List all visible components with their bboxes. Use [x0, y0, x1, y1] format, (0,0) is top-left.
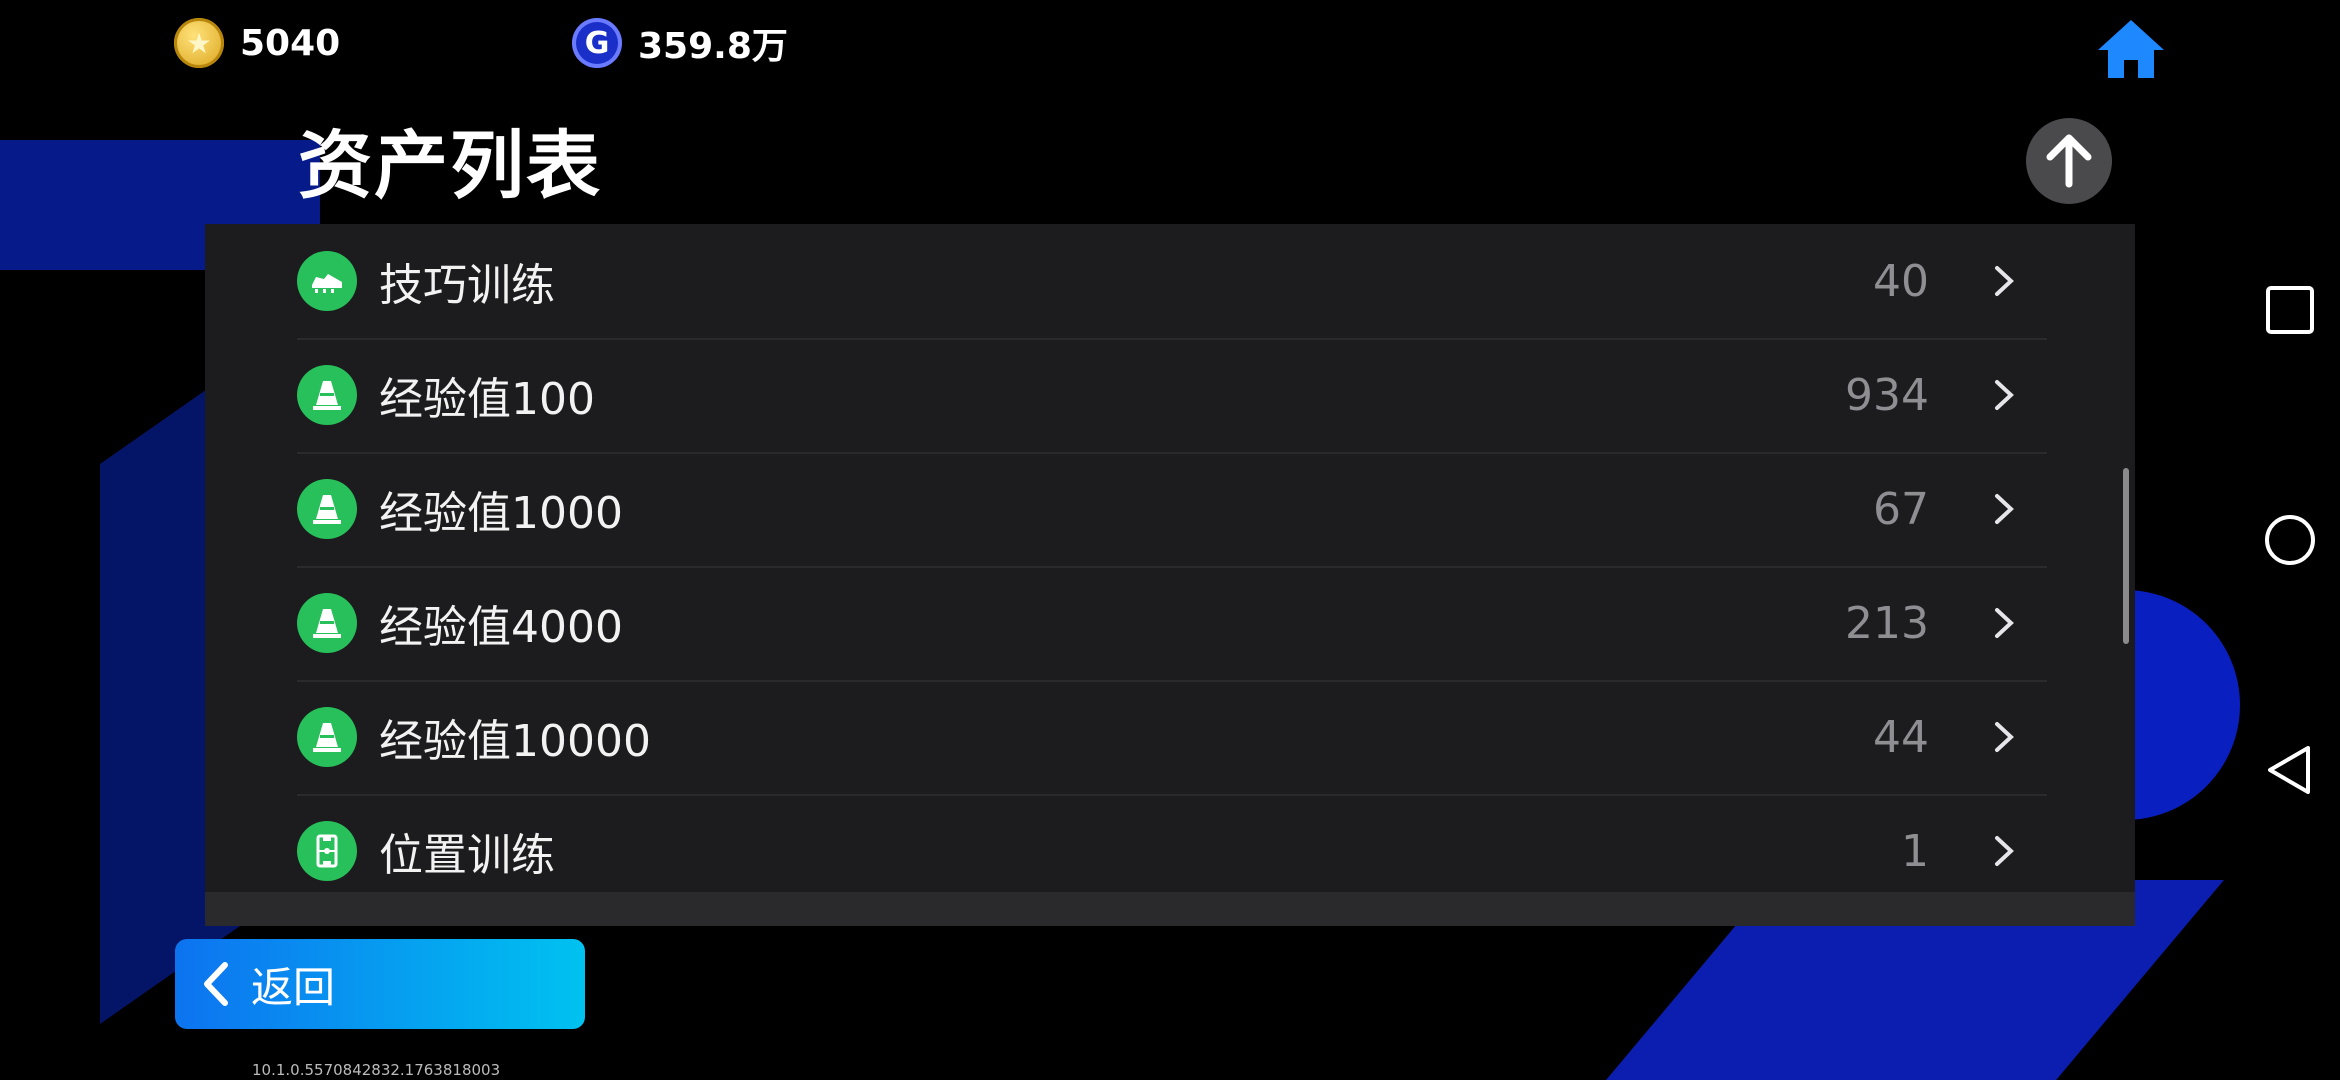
g-gem-icon: G [572, 18, 622, 68]
scroll-top-button[interactable] [2026, 118, 2112, 204]
chevron-right-icon [1995, 836, 2014, 866]
asset-row-position-training[interactable]: 位置训练 1 [297, 794, 2047, 908]
chevron-right-icon [1995, 494, 2014, 524]
chevron-right-icon [1995, 266, 2014, 296]
asset-label: 经验值100 [379, 374, 595, 425]
asset-label: 经验值4000 [379, 602, 623, 653]
scrollbar[interactable] [2123, 468, 2129, 644]
boot-icon [297, 251, 357, 311]
arrow-up-icon [2046, 134, 2092, 188]
asset-count: 67 [1873, 483, 1929, 535]
asset-count: 40 [1873, 255, 1929, 307]
recent-apps-icon[interactable] [2262, 282, 2318, 338]
asset-list[interactable]: 技巧训练 40 经验值100 934 经验值1000 67 经验值4000 21… [205, 224, 2135, 926]
asset-row-exp-10000[interactable]: 经验值10000 44 [297, 680, 2047, 796]
gem-balance: G 359.8万 [572, 18, 788, 68]
cone-icon [297, 707, 357, 767]
page-title: 资产列表 [298, 123, 602, 209]
chevron-right-icon [1995, 380, 2014, 410]
asset-count: 1 [1901, 825, 1929, 877]
asset-label: 经验值1000 [379, 488, 623, 539]
back-button[interactable]: 返回 [175, 939, 585, 1029]
list-footer [205, 892, 2135, 926]
coin-star-icon: ★ [174, 18, 224, 68]
asset-count: 44 [1873, 711, 1929, 763]
top-bar: ★ 5040 G 359.8万 [0, 0, 2340, 90]
chevron-left-icon [204, 962, 228, 1006]
chevron-right-icon [1995, 608, 2014, 638]
chevron-right-icon [1995, 722, 2014, 752]
coin-value: 5040 [240, 22, 341, 64]
asset-row-exp-100[interactable]: 经验值100 934 [297, 338, 2047, 454]
asset-row-exp-1000[interactable]: 经验值1000 67 [297, 452, 2047, 568]
gem-value: 359.8万 [638, 26, 788, 67]
version-text: 10.1.0.5570842832.1763818003 [252, 1061, 501, 1079]
cone-icon [297, 593, 357, 653]
back-button-label: 返回 [251, 962, 336, 1012]
asset-row-skill-training[interactable]: 技巧训练 40 [297, 224, 2047, 340]
asset-label: 经验值10000 [379, 716, 651, 767]
asset-row-exp-4000[interactable]: 经验值4000 213 [297, 566, 2047, 682]
cone-icon [297, 365, 357, 425]
asset-count: 934 [1845, 369, 1929, 421]
coin-balance: ★ 5040 [174, 18, 340, 68]
home-circle-icon[interactable] [2262, 512, 2318, 568]
cone-icon [297, 479, 357, 539]
home-icon[interactable] [2094, 14, 2168, 84]
back-triangle-icon[interactable] [2262, 742, 2318, 798]
asset-count: 213 [1845, 597, 1929, 649]
system-nav-bar [2240, 0, 2340, 1080]
pitch-icon [297, 821, 357, 881]
asset-label: 技巧训练 [379, 260, 555, 311]
asset-label: 位置训练 [379, 830, 555, 881]
